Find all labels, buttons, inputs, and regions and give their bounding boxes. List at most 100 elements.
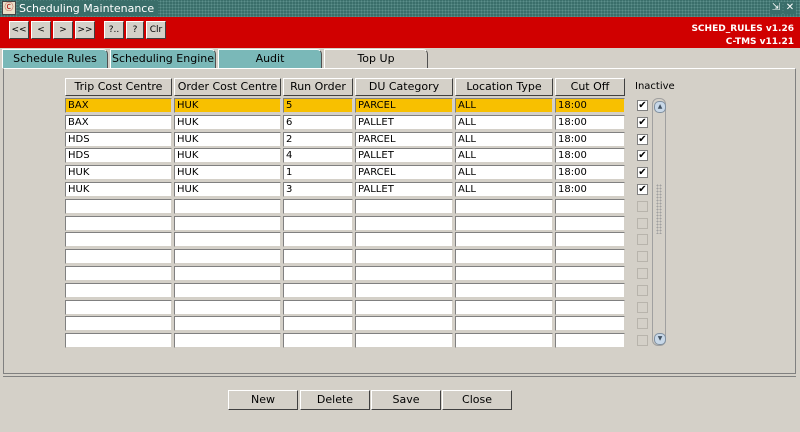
order-cost-centre-cell[interactable] <box>174 283 281 298</box>
cut-off-cell[interactable] <box>555 300 625 315</box>
order-cost-centre-cell[interactable] <box>174 199 281 214</box>
column-header-location-type[interactable]: Location Type <box>455 78 553 96</box>
order-cost-centre-cell[interactable] <box>174 232 281 247</box>
inactive-checkbox[interactable]: ✔ <box>637 117 648 128</box>
du-category-cell[interactable]: PARCEL <box>355 165 453 180</box>
last-record-button[interactable]: >> <box>75 21 95 39</box>
trip-cost-centre-cell[interactable] <box>65 333 172 348</box>
location-type-cell[interactable]: ALL <box>455 182 553 197</box>
inactive-checkbox[interactable] <box>637 201 648 212</box>
tab-top-up[interactable]: Top Up <box>324 49 428 69</box>
inactive-checkbox[interactable] <box>637 285 648 296</box>
run-order-cell[interactable] <box>283 283 353 298</box>
inactive-checkbox[interactable]: ✔ <box>637 150 648 161</box>
trip-cost-centre-cell[interactable] <box>65 216 172 231</box>
next-record-button[interactable]: > <box>53 21 73 39</box>
run-order-cell[interactable] <box>283 316 353 331</box>
cut-off-cell[interactable] <box>555 266 625 281</box>
location-type-cell[interactable]: ALL <box>455 98 553 113</box>
du-category-cell[interactable]: PALLET <box>355 182 453 197</box>
inactive-checkbox[interactable] <box>637 302 648 313</box>
du-category-cell[interactable] <box>355 283 453 298</box>
cut-off-cell[interactable] <box>555 199 625 214</box>
location-type-cell[interactable] <box>455 300 553 315</box>
inactive-checkbox[interactable] <box>637 251 648 262</box>
order-cost-centre-cell[interactable] <box>174 300 281 315</box>
location-type-cell[interactable]: ALL <box>455 115 553 130</box>
du-category-cell[interactable] <box>355 266 453 281</box>
trip-cost-centre-cell[interactable] <box>65 316 172 331</box>
location-type-cell[interactable] <box>455 216 553 231</box>
order-cost-centre-cell[interactable] <box>174 216 281 231</box>
location-type-cell[interactable]: ALL <box>455 132 553 147</box>
cut-off-cell[interactable] <box>555 283 625 298</box>
column-header-order-cost-centre[interactable]: Order Cost Centre <box>174 78 281 96</box>
order-cost-centre-cell[interactable] <box>174 266 281 281</box>
location-type-cell[interactable] <box>455 249 553 264</box>
trip-cost-centre-cell[interactable] <box>65 199 172 214</box>
location-type-cell[interactable] <box>455 283 553 298</box>
du-category-cell[interactable]: PARCEL <box>355 98 453 113</box>
location-type-cell[interactable] <box>455 266 553 281</box>
trip-cost-centre-cell[interactable]: HUK <box>65 182 172 197</box>
inactive-checkbox[interactable]: ✔ <box>637 167 648 178</box>
trip-cost-centre-cell[interactable] <box>65 232 172 247</box>
column-header-trip-cost-centre[interactable]: Trip Cost Centre <box>65 78 172 96</box>
trip-cost-centre-cell[interactable] <box>65 283 172 298</box>
order-cost-centre-cell[interactable]: HUK <box>174 115 281 130</box>
cut-off-cell[interactable]: 18:00 <box>555 98 625 113</box>
du-category-cell[interactable] <box>355 300 453 315</box>
du-category-cell[interactable]: PARCEL <box>355 132 453 147</box>
cut-off-cell[interactable]: 18:00 <box>555 182 625 197</box>
order-cost-centre-cell[interactable]: HUK <box>174 182 281 197</box>
run-order-cell[interactable]: 2 <box>283 132 353 147</box>
tab-schedule-rules[interactable]: Schedule Rules <box>2 49 108 68</box>
cut-off-cell[interactable]: 18:00 <box>555 165 625 180</box>
du-category-cell[interactable] <box>355 316 453 331</box>
trip-cost-centre-cell[interactable]: BAX <box>65 115 172 130</box>
cut-off-cell[interactable] <box>555 249 625 264</box>
order-cost-centre-cell[interactable]: HUK <box>174 132 281 147</box>
close-window-icon[interactable]: ✕ <box>784 2 796 14</box>
run-order-cell[interactable] <box>283 249 353 264</box>
help-button[interactable]: ? <box>126 21 144 39</box>
run-order-cell[interactable]: 3 <box>283 182 353 197</box>
query-button[interactable]: ?.. <box>104 21 124 39</box>
cut-off-cell[interactable] <box>555 216 625 231</box>
location-type-cell[interactable]: ALL <box>455 165 553 180</box>
location-type-cell[interactable] <box>455 316 553 331</box>
run-order-cell[interactable]: 1 <box>283 165 353 180</box>
new-button[interactable]: New <box>228 390 298 410</box>
trip-cost-centre-cell[interactable]: HUK <box>65 165 172 180</box>
column-header-run-order[interactable]: Run Order <box>283 78 353 96</box>
location-type-cell[interactable] <box>455 199 553 214</box>
scroll-up-icon[interactable]: ▲ <box>654 101 666 113</box>
grid-scrollbar[interactable]: ▲ ▼ <box>652 98 666 346</box>
inactive-checkbox[interactable] <box>637 234 648 245</box>
inactive-checkbox[interactable]: ✔ <box>637 184 648 195</box>
trip-cost-centre-cell[interactable]: HDS <box>65 132 172 147</box>
inactive-checkbox[interactable]: ✔ <box>637 100 648 111</box>
du-category-cell[interactable]: PALLET <box>355 148 453 163</box>
minimize-icon[interactable]: ⇲ <box>770 2 782 14</box>
tab-scheduling-engine[interactable]: Scheduling Engine <box>110 49 216 68</box>
window-title-bar[interactable]: Ⓒ Scheduling Maintenance ⇲ ✕ <box>0 0 800 17</box>
du-category-cell[interactable] <box>355 249 453 264</box>
run-order-cell[interactable] <box>283 333 353 348</box>
trip-cost-centre-cell[interactable]: HDS <box>65 148 172 163</box>
save-button[interactable]: Save <box>371 390 441 410</box>
trip-cost-centre-cell[interactable]: BAX <box>65 98 172 113</box>
du-category-cell[interactable] <box>355 333 453 348</box>
cut-off-cell[interactable] <box>555 316 625 331</box>
order-cost-centre-cell[interactable]: HUK <box>174 148 281 163</box>
run-order-cell[interactable] <box>283 199 353 214</box>
cut-off-cell[interactable]: 18:00 <box>555 148 625 163</box>
order-cost-centre-cell[interactable]: HUK <box>174 165 281 180</box>
inactive-checkbox[interactable] <box>637 335 648 346</box>
run-order-cell[interactable]: 4 <box>283 148 353 163</box>
previous-record-button[interactable]: < <box>31 21 51 39</box>
tab-audit[interactable]: Audit <box>218 49 322 68</box>
inactive-checkbox[interactable] <box>637 218 648 229</box>
trip-cost-centre-cell[interactable] <box>65 249 172 264</box>
run-order-cell[interactable] <box>283 300 353 315</box>
